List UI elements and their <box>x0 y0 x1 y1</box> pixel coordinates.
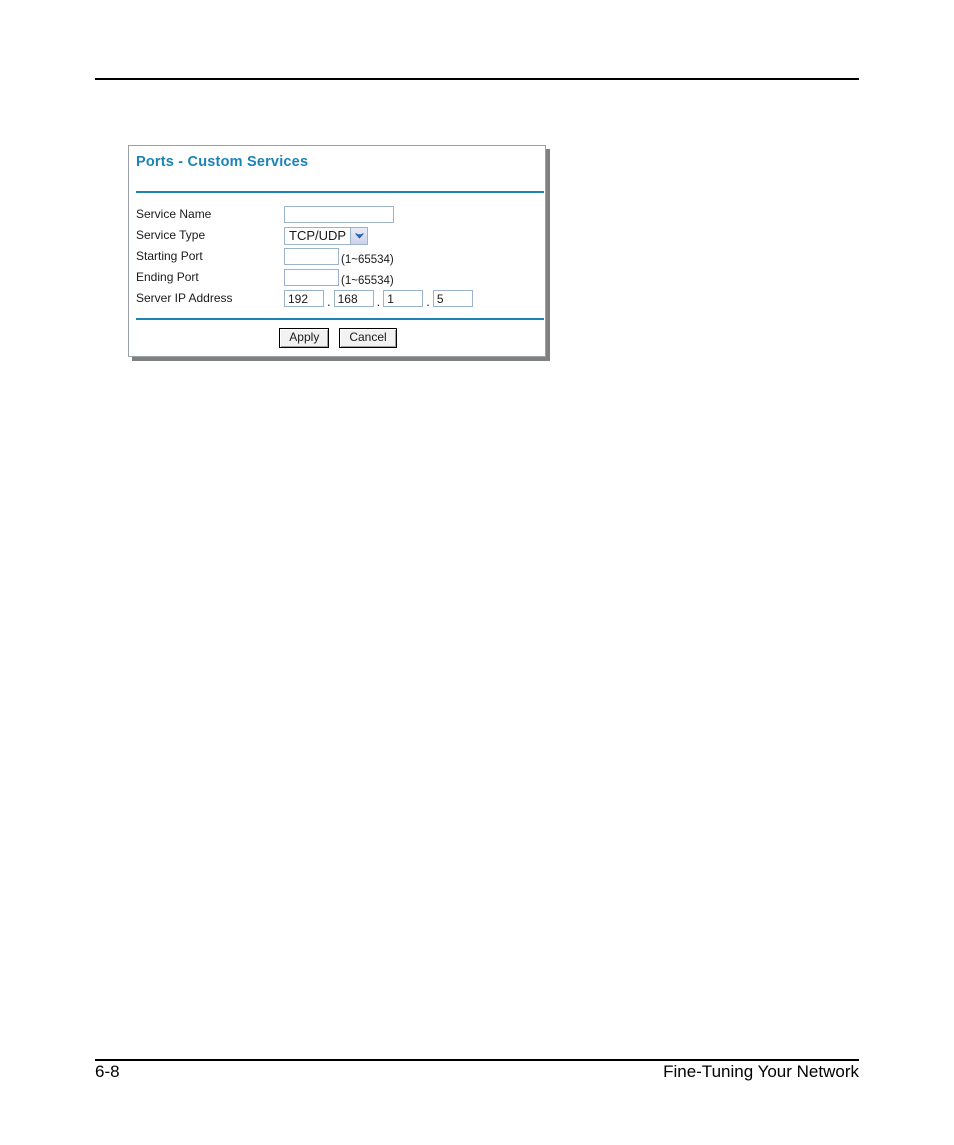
chevron-down-icon[interactable] <box>350 227 368 244</box>
service-type-label: Service Type <box>136 228 206 242</box>
ip-separator-2: . <box>376 294 381 309</box>
dialog-top-divider <box>136 191 544 193</box>
dialog-title: Ports - Custom Services <box>136 154 309 170</box>
page-header-rule <box>95 78 859 80</box>
service-name-input[interactable] <box>284 206 394 223</box>
form-row-ending-port: Ending Port (1~65534) <box>136 267 540 288</box>
service-type-select[interactable]: TCP/UDP <box>284 226 369 245</box>
ending-port-label: Ending Port <box>136 270 199 284</box>
server-ip-octet-1-input[interactable] <box>284 290 324 307</box>
server-ip-address-label: Server IP Address <box>136 291 233 305</box>
starting-port-label: Starting Port <box>136 249 203 263</box>
starting-port-input[interactable] <box>284 248 339 265</box>
server-ip-octet-2-input[interactable] <box>333 290 374 307</box>
form-row-server-ip-address: Server IP Address . . . <box>136 288 540 309</box>
footer-page-number: 6-8 <box>95 1062 120 1081</box>
starting-port-hint: (1~65534) <box>341 253 394 266</box>
ending-port-input[interactable] <box>284 269 339 286</box>
form-row-service-type: Service Type TCP/UDP <box>136 225 540 246</box>
dialog-button-bar: Apply Cancel <box>136 328 540 348</box>
ports-custom-services-dialog: Ports - Custom Services Service Name Ser… <box>128 145 546 357</box>
ip-separator-3: . <box>426 294 430 309</box>
ip-separator-1: . <box>327 294 331 309</box>
service-type-selected-value: TCP/UDP <box>289 227 347 243</box>
dialog-bottom-divider <box>136 318 544 320</box>
cancel-button[interactable]: Cancel <box>339 328 397 348</box>
ending-port-hint: (1~65534) <box>341 274 394 287</box>
service-name-label: Service Name <box>136 207 212 221</box>
page-footer-rule <box>95 1059 859 1061</box>
apply-button[interactable]: Apply <box>279 328 330 348</box>
server-ip-octet-3-input[interactable] <box>383 290 424 307</box>
dialog-form: Service Name Service Type TCP/UDP Starti… <box>136 204 540 309</box>
form-row-service-name: Service Name <box>136 204 540 225</box>
form-row-starting-port: Starting Port (1~65534) <box>136 246 540 267</box>
server-ip-octet-4-input[interactable] <box>432 290 473 307</box>
footer-section-title: Fine-Tuning Your Network <box>663 1062 859 1081</box>
